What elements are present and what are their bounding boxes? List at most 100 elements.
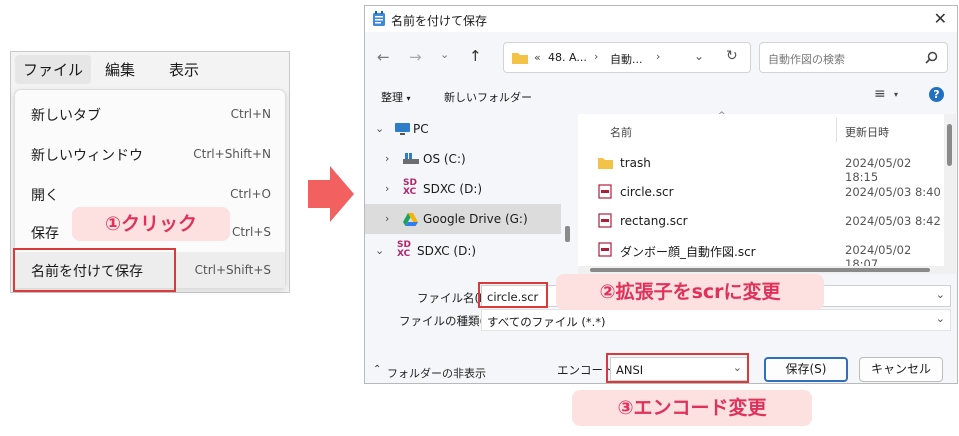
horizontal-scroll-thumb[interactable] bbox=[590, 268, 930, 272]
save-as-highlight bbox=[13, 248, 176, 292]
menubar-edit[interactable]: 編集 bbox=[105, 59, 135, 80]
address-bar[interactable]: « 48. A... › 自動... › ⌄ ↻ bbox=[503, 42, 751, 73]
file-name: trash bbox=[620, 156, 651, 170]
file-list-pane: ^ 名前 更新日時 trash 2024/05/02 18:15 circle.… bbox=[578, 111, 944, 274]
file-row[interactable]: trash 2024/05/02 18:15 bbox=[578, 149, 944, 184]
new-folder-button[interactable]: 新しいフォルダー bbox=[444, 89, 532, 105]
callout-change-encoding: ③エンコード変更 bbox=[572, 390, 812, 426]
menubar-view[interactable]: 表示 bbox=[169, 59, 199, 80]
chevron-down-icon[interactable]: ⌄ bbox=[375, 244, 384, 257]
organize-chevron-icon: ▾ bbox=[406, 94, 411, 103]
navigation-pane: ⌄ PC › OS (C:) › SD XC SDXC (D:) › Google… bbox=[365, 114, 575, 279]
close-icon[interactable]: ✕ bbox=[934, 9, 947, 28]
menu-item-shortcut: Ctrl+N bbox=[230, 107, 271, 121]
tree-item-os-c[interactable]: › OS (C:) bbox=[365, 144, 561, 174]
search-placeholder: 自動作図の検索 bbox=[768, 53, 845, 66]
tree-item-sdxc-d[interactable]: › SD XC SDXC (D:) bbox=[365, 174, 561, 204]
view-options-icon[interactable]: ≡ bbox=[874, 86, 886, 102]
sd-card-icon: SD XC bbox=[403, 178, 417, 197]
hide-folders-toggle[interactable]: フォルダーの非表示 bbox=[387, 365, 486, 381]
filetype-value: すべてのファイル (*.*) bbox=[487, 315, 606, 329]
encoding-highlight bbox=[606, 353, 749, 383]
menu-item-label: 開く bbox=[31, 188, 59, 204]
tree-label: Google Drive (G:) bbox=[423, 212, 528, 226]
chevron-right-icon[interactable]: › bbox=[385, 152, 389, 165]
callout-change-extension: ②拡張子をscrに変更 bbox=[556, 274, 824, 310]
sort-caret-up-icon: ^ bbox=[718, 111, 726, 121]
column-header-name[interactable]: 名前 bbox=[610, 124, 632, 140]
drive-icon bbox=[403, 153, 419, 164]
menu-item-new-window[interactable]: 新しいウィンドウ Ctrl+Shift+N bbox=[15, 136, 285, 172]
filename-chevron-down-icon[interactable]: ⌄ bbox=[936, 288, 945, 301]
chevron-down-icon[interactable]: ⌄ bbox=[375, 122, 384, 135]
menu-item-label: 新しいウィンドウ bbox=[31, 148, 143, 164]
nav-pane-scrollbar[interactable] bbox=[565, 226, 570, 242]
help-icon[interactable]: ? bbox=[929, 87, 944, 102]
tree-label: PC bbox=[413, 122, 429, 136]
save-button[interactable]: 保存(S) bbox=[764, 357, 848, 382]
google-drive-icon bbox=[403, 213, 418, 226]
callout-click: ①クリック bbox=[72, 207, 230, 241]
notepad-icon bbox=[373, 11, 385, 26]
sd-card-icon: SD XC bbox=[397, 240, 411, 259]
filetype-chevron-down-icon[interactable]: ⌄ bbox=[936, 312, 945, 325]
monitor-icon bbox=[395, 123, 410, 135]
hide-folders-chevron-up-icon[interactable]: ⌃ bbox=[373, 364, 381, 375]
breadcrumb-item[interactable]: 48. A... bbox=[548, 51, 587, 64]
breadcrumb-chevron-icon: › bbox=[656, 50, 661, 63]
file-name: rectang.scr bbox=[620, 214, 688, 228]
file-date: 2024/05/03 8:40 bbox=[845, 185, 941, 199]
file-name: ダンボー顔_自動作図.scr bbox=[620, 245, 756, 259]
search-box[interactable]: 自動作図の検索 bbox=[759, 42, 948, 73]
tree-label: OS (C:) bbox=[423, 152, 466, 166]
file-row[interactable]: rectang.scr 2024/05/03 8:42 bbox=[578, 207, 944, 236]
folder-icon bbox=[598, 158, 613, 169]
save-as-dialog: 名前を付けて保存 ✕ ← → ⌄ ↑ « 48. A... › 自動... › … bbox=[364, 5, 958, 384]
menu-item-shortcut: Ctrl+Shift+N bbox=[193, 147, 271, 161]
search-icon[interactable] bbox=[925, 51, 938, 64]
tree-label: SDXC (D:) bbox=[417, 244, 477, 258]
tree-item-pc[interactable]: ⌄ PC bbox=[365, 114, 561, 144]
chevron-right-icon[interactable]: › bbox=[385, 212, 389, 225]
address-dropdown-chevron-icon[interactable]: ⌄ bbox=[694, 49, 704, 63]
menu-item-shortcut: Ctrl+Shift+S bbox=[194, 263, 271, 277]
file-date: 2024/05/03 8:42 bbox=[845, 214, 941, 228]
menubar-file[interactable]: ファイル bbox=[15, 55, 92, 84]
script-file-icon bbox=[598, 184, 612, 199]
menu-item-new-tab[interactable]: 新しいタブ Ctrl+N bbox=[15, 96, 285, 132]
file-name: circle.scr bbox=[620, 185, 674, 199]
breadcrumb-chevron-icon: › bbox=[594, 50, 599, 63]
file-row[interactable]: ダンボー顔_自動作図.scr 2024/05/02 18:07 bbox=[578, 236, 944, 271]
menu-item-label: 新しいタブ bbox=[31, 108, 101, 124]
tree-item-sdxc-d-removable[interactable]: ⌄ SD XC SDXC (D:) bbox=[365, 236, 561, 266]
script-file-icon bbox=[598, 242, 612, 257]
menu-item-label: 保存 bbox=[31, 226, 59, 242]
menu-item-shortcut: Ctrl+S bbox=[231, 225, 271, 239]
vertical-scroll-thumb[interactable] bbox=[947, 124, 952, 166]
dialog-title: 名前を付けて保存 bbox=[391, 14, 488, 28]
tree-item-google-drive[interactable]: › Google Drive (G:) bbox=[365, 204, 561, 234]
forward-arrow-icon[interactable]: → bbox=[409, 48, 422, 66]
breadcrumb-item[interactable]: 自動... bbox=[610, 51, 643, 67]
column-divider[interactable] bbox=[836, 118, 837, 142]
chevron-right-icon[interactable]: › bbox=[385, 182, 389, 195]
script-file-icon bbox=[598, 213, 612, 228]
up-arrow-icon[interactable]: ↑ bbox=[469, 47, 482, 65]
refresh-icon[interactable]: ↻ bbox=[726, 48, 738, 64]
organize-label: 整理 bbox=[381, 91, 403, 104]
cancel-button[interactable]: キャンセル bbox=[859, 357, 943, 382]
breadcrumb-overflow[interactable]: « bbox=[534, 51, 541, 64]
organize-button[interactable]: 整理 ▾ bbox=[381, 89, 411, 105]
view-chevron-down-icon[interactable]: ▾ bbox=[894, 90, 898, 99]
filetype-select[interactable]: すべてのファイル (*.*) ⌄ bbox=[481, 309, 951, 331]
history-chevron-down-icon[interactable]: ⌄ bbox=[440, 48, 449, 61]
right-arrow-icon bbox=[308, 166, 354, 222]
back-arrow-icon[interactable]: ← bbox=[377, 48, 390, 66]
menu-item-shortcut: Ctrl+O bbox=[230, 187, 271, 201]
dialog-titlebar: 名前を付けて保存 ✕ bbox=[365, 6, 957, 32]
filename-highlight bbox=[478, 282, 548, 308]
folder-icon bbox=[512, 53, 528, 64]
tree-label: SDXC (D:) bbox=[423, 182, 483, 196]
column-header-modified[interactable]: 更新日時 bbox=[845, 124, 889, 140]
file-row[interactable]: circle.scr 2024/05/03 8:40 bbox=[578, 178, 944, 207]
